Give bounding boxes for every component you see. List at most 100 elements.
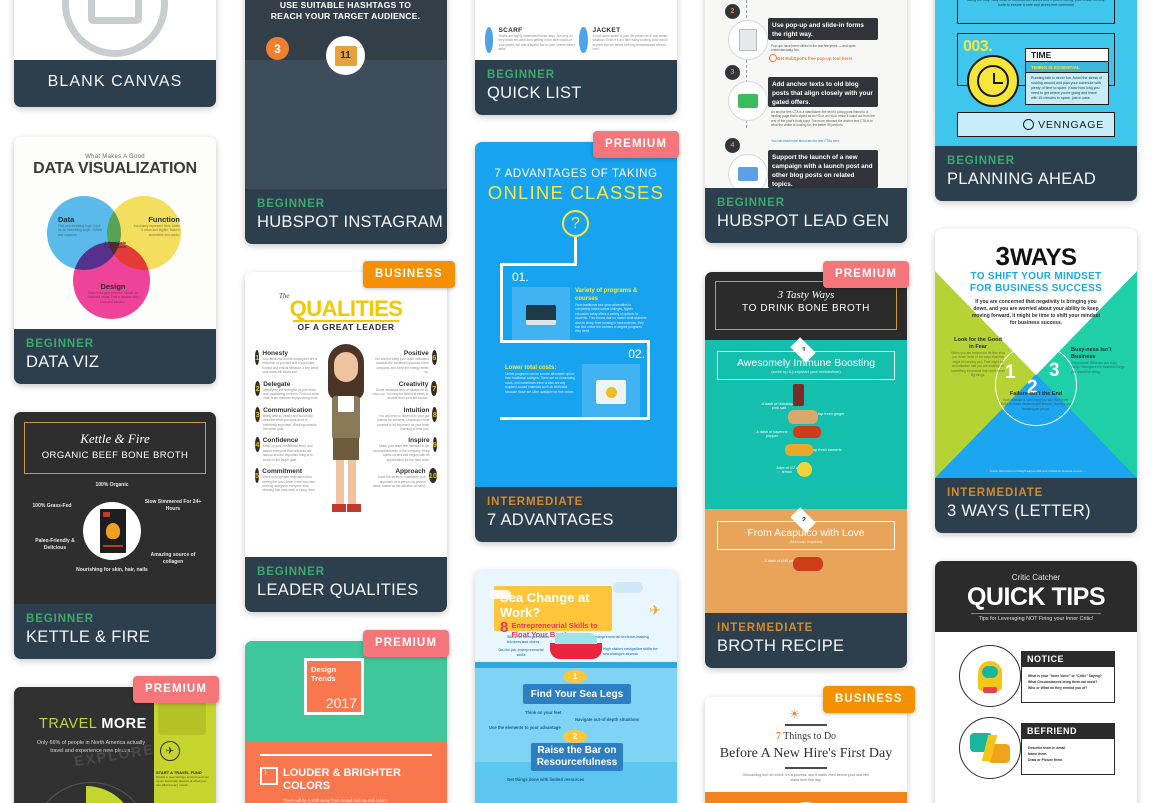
- kettle-brand: Kettle & Fire: [80, 431, 150, 446]
- template-card-blank-canvas[interactable]: BLANK CANVAS: [14, 0, 216, 107]
- leader-subtitle: OF A GREAT LEADER: [297, 322, 395, 332]
- badge-business-new-hire[interactable]: BUSINESS: [823, 686, 915, 713]
- quick-tips-subtitle: Tips for Leveraging NOT Firing your Inne…: [978, 616, 1094, 622]
- campaign-icon: [728, 154, 768, 188]
- leader-title: QUALITIES: [289, 296, 403, 321]
- template-card-7-advantages[interactable]: 7 ADVANTAGES OF TAKING ONLINE CLASSES ? …: [475, 142, 677, 542]
- badge-premium-broth[interactable]: PREMIUM: [823, 261, 910, 288]
- plane-icon: ✈: [649, 602, 661, 618]
- new-hire-subtitle: Onboarding isn't an event. It's a proces…: [742, 773, 870, 782]
- advantage-num-1: 01.: [512, 270, 529, 284]
- card-level: INTERMEDIATE: [717, 622, 814, 634]
- leader-illustration: [320, 344, 372, 519]
- kettle-title: ORGANIC BEEF BONE BROTH: [41, 450, 189, 461]
- sea-change-title-box: Sea Change at Work? 8 Entrepreneurial Sk…: [494, 586, 612, 639]
- card-title: HUBSPOT LEAD GEN: [717, 212, 890, 230]
- template-card-kettle-fire[interactable]: Kettle & Fire ORGANIC BEEF BONE BROTH 10…: [14, 412, 216, 659]
- card-footer: BLANK CANVAS: [14, 60, 216, 107]
- advantage-num-2: 02.: [628, 347, 645, 361]
- venn-circle-design: [73, 242, 150, 319]
- card-level: BEGINNER: [26, 338, 94, 350]
- venngage-logo-icon: [1023, 119, 1035, 130]
- step-link-3[interactable]: You can read more about anchor text CTAs…: [771, 139, 875, 143]
- question-marker: ?: [562, 210, 589, 237]
- turmeric-icon: [785, 444, 813, 456]
- kettle-callout-2: Slow Simmered For 24+ Hours: [144, 499, 202, 512]
- template-card-quick-tips[interactable]: Critic Catcher QUICK TIPS Tips for Lever…: [935, 561, 1137, 803]
- item-head: LOUDER & BRIGHTER COLORS: [283, 767, 401, 792]
- card-title: PLANNING AHEAD: [947, 170, 1097, 188]
- template-card-planning-ahead[interactable]: PLAN YOUR ROUTE BEFORE YOUR TRIP Plannin…: [935, 0, 1137, 201]
- badge-premium-travel[interactable]: PREMIUM: [133, 676, 220, 703]
- new-hire-eyebrow: 7 Things to Do: [775, 731, 837, 742]
- card-title: BLANK CANVAS: [47, 73, 183, 90]
- template-card-quick-list[interactable]: SCARF Scarfs are highly underrated these…: [475, 0, 677, 115]
- quick-tips-head-2: BEFRIEND: [1021, 723, 1115, 739]
- template-card-travel-more[interactable]: TRAVEL MORE Only 66% of people in North …: [14, 687, 216, 803]
- step-head-bar-2: Use pop-up and slide-in forms the right …: [768, 18, 878, 40]
- step-head-bar-4: Support the launch of a new campaign wit…: [768, 150, 878, 188]
- kettle-callout-4: Amazing source of collagen: [150, 552, 196, 565]
- ingredient-2: A dash of cayenne pepper: [756, 430, 788, 438]
- section-sub-1: (wake up & jumpstart your metabolism): [771, 369, 841, 374]
- check-icon: [769, 54, 777, 62]
- lightbulb-brain-icon: [959, 645, 1021, 707]
- three-ways-sub1: TO SHIFT YOUR MINDSET: [970, 271, 1102, 282]
- card-thumbnail: The QUALITIES OF A GREAT LEADER 1 Honest…: [245, 272, 447, 557]
- ingredient-3: 1 tsp fresh turmeric: [809, 448, 842, 452]
- template-card-design-trends[interactable]: Design Trends 2017 1 LOUDER & BRIGHTER C…: [245, 641, 447, 803]
- sea-label-2: On-the-job entrepreneurial skills: [498, 648, 544, 657]
- three-ways-sub2: FOR BUSINESS SUCCESS: [969, 283, 1103, 294]
- advantages-eyebrow: 7 ADVANTAGES OF TAKING: [494, 168, 658, 180]
- card-thumbnail: Design Trends 2017 1 LOUDER & BRIGHTER C…: [245, 641, 447, 803]
- ingredient-1: 1 tsp fresh ginger: [815, 412, 845, 416]
- venn-label-design: Design Sketch out your process. Create a…: [87, 282, 139, 304]
- card-footer: INTERMEDIATE BROTH RECIPE: [705, 613, 907, 668]
- badge-premium-design-trends[interactable]: PREMIUM: [363, 630, 450, 657]
- sea-label-3: High stakes navigation skills for sea ch…: [603, 647, 658, 656]
- blank-canvas-icon: [62, 0, 168, 57]
- step-note-2: Use the elements to your advantage: [489, 725, 561, 730]
- card-footer: INTERMEDIATE 7 ADVANTAGES: [475, 487, 677, 542]
- sea-label-1: Entrepreneurial decision-making: [593, 635, 649, 639]
- card-level: BEGINNER: [26, 613, 94, 625]
- card-footer: BEGINNER KETTLE & FIRE: [14, 604, 216, 659]
- advantages-title: ONLINE CLASSES: [487, 182, 665, 203]
- broth-header-box: 3 Tasty Ways TO DRINK BONE BROTH: [715, 281, 897, 330]
- card-title: 7 ADVANTAGES: [487, 511, 614, 529]
- kettle-callout-3: Paleo-Friendly & Delicious: [35, 538, 75, 551]
- badge-premium-advantages[interactable]: PREMIUM: [593, 131, 680, 158]
- card-level: BEGINNER: [717, 197, 785, 209]
- kettle-header-box: Kettle & Fire ORGANIC BEEF BONE BROTH: [24, 422, 206, 474]
- quadrant-text-2: Failure isn't the End Each mistake is so…: [1000, 391, 1072, 411]
- lemon-icon: [797, 462, 812, 477]
- template-card-broth-recipe[interactable]: 3 Tasty Ways TO DRINK BONE BROTH 1 Aweso…: [705, 272, 907, 668]
- template-card-hubspot-instagram[interactable]: 1 CREATE REMARKABLE IMAGES YOUR AUDIENCE…: [245, 0, 447, 244]
- quick-tips-head-1: NOTICE: [1021, 651, 1115, 667]
- step-number-2: 2: [725, 4, 740, 19]
- template-card-sea-change[interactable]: Sea Change at Work? 8 Entrepreneurial Sk…: [475, 570, 677, 803]
- clock-icon: [967, 55, 1019, 107]
- three-ways-source: Source: https://vbox.com/blog/3-ways-to-…: [989, 470, 1083, 473]
- planning-body: Running late is never fun. Avoid the str…: [1025, 73, 1109, 105]
- advantage-body-1: Variety of programs & courses From tradi…: [575, 288, 647, 334]
- step-link-2[interactable]: Get HubSpot's free pop-up tool here!: [777, 56, 852, 61]
- card-level: INTERMEDIATE: [487, 496, 584, 508]
- quick-tips-notes-1: What is your "Inner Voice" or "Critic" S…: [1021, 667, 1115, 703]
- card-title: 3 WAYS (LETTER): [947, 502, 1091, 520]
- template-card-data-viz[interactable]: What Makes A Good DATA VISUALIZATION Dat…: [14, 137, 216, 384]
- item-body: There will be a shift away from muted an…: [283, 798, 388, 803]
- template-card-3-ways-letter[interactable]: 3WAYS TO SHIFT YOUR MINDSET FOR BUSINESS…: [935, 229, 1137, 533]
- card-level: BEGINNER: [947, 155, 1015, 167]
- three-ways-title: 3WAYS: [995, 241, 1077, 271]
- step-body-2: Pop-ups have been vilified in the last f…: [771, 44, 856, 53]
- template-card-hubspot-lead-gen[interactable]: 2 Use pop-up and slide-in forms the righ…: [705, 0, 907, 243]
- quadrant-text-1: Look for the Good in Fear When you are t…: [951, 337, 1005, 378]
- form-icon: [728, 20, 768, 60]
- kettle-callout-5: Nourishing for skin, hair, nails: [76, 567, 148, 573]
- planning-number: 003.: [963, 38, 993, 55]
- venn-label-function: Function Accurately represent facts. Mak…: [133, 215, 180, 237]
- template-card-leader-qualities[interactable]: The QUALITIES OF A GREAT LEADER 1 Honest…: [245, 272, 447, 612]
- jacket-icon: [579, 27, 588, 53]
- badge-business-leader[interactable]: BUSINESS: [363, 261, 455, 288]
